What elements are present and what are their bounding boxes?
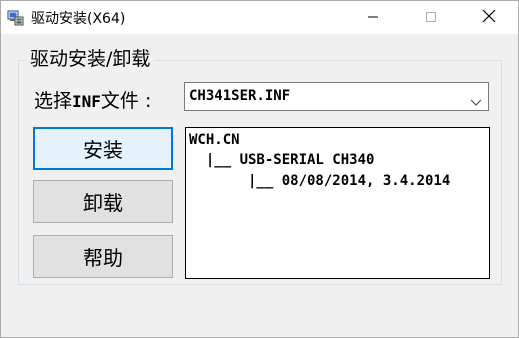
window-title: 驱动安装(X64): [31, 11, 126, 27]
driver-info-box: WCH.CN |__ USB-SERIAL CH340 |__ 08/08/20…: [185, 127, 490, 279]
close-button[interactable]: [466, 1, 512, 34]
help-button[interactable]: 帮助: [33, 235, 173, 278]
maximize-icon: [425, 8, 437, 27]
info-line-version: |__ 08/08/2014, 3.4.2014: [189, 173, 451, 189]
group-caption: 驱动安装/卸载: [26, 44, 155, 71]
install-button-label: 安装: [83, 138, 123, 162]
minimize-button[interactable]: [350, 1, 396, 34]
help-button-label: 帮助: [83, 246, 123, 270]
uninstall-button-label: 卸载: [83, 191, 123, 215]
chevron-down-icon[interactable]: [470, 92, 482, 106]
info-line-vendor: WCH.CN: [189, 132, 240, 148]
maximize-button[interactable]: [408, 1, 454, 34]
inf-label-suffix: 文件 :: [100, 90, 152, 112]
title-bar[interactable]: 驱动安装(X64): [1, 1, 518, 34]
info-line-device: |__ USB-SERIAL CH340: [189, 152, 375, 168]
inf-file-value: CH341SER.INF: [189, 88, 291, 104]
minimize-icon: [367, 8, 379, 27]
computer-install-icon: [7, 9, 24, 26]
inf-file-dropdown[interactable]: CH341SER.INF: [184, 82, 489, 111]
driver-install-window: 驱动安装(X64) 驱动安装/卸载 选择INF文件 : CH341SER.INF: [0, 0, 519, 338]
install-button[interactable]: 安装: [33, 127, 173, 170]
inf-select-label: 选择INF文件 :: [34, 86, 151, 113]
inf-label-code: INF: [72, 92, 101, 111]
inf-label-prefix: 选择: [34, 90, 73, 112]
uninstall-button[interactable]: 卸载: [33, 180, 173, 223]
close-icon: [482, 8, 496, 27]
